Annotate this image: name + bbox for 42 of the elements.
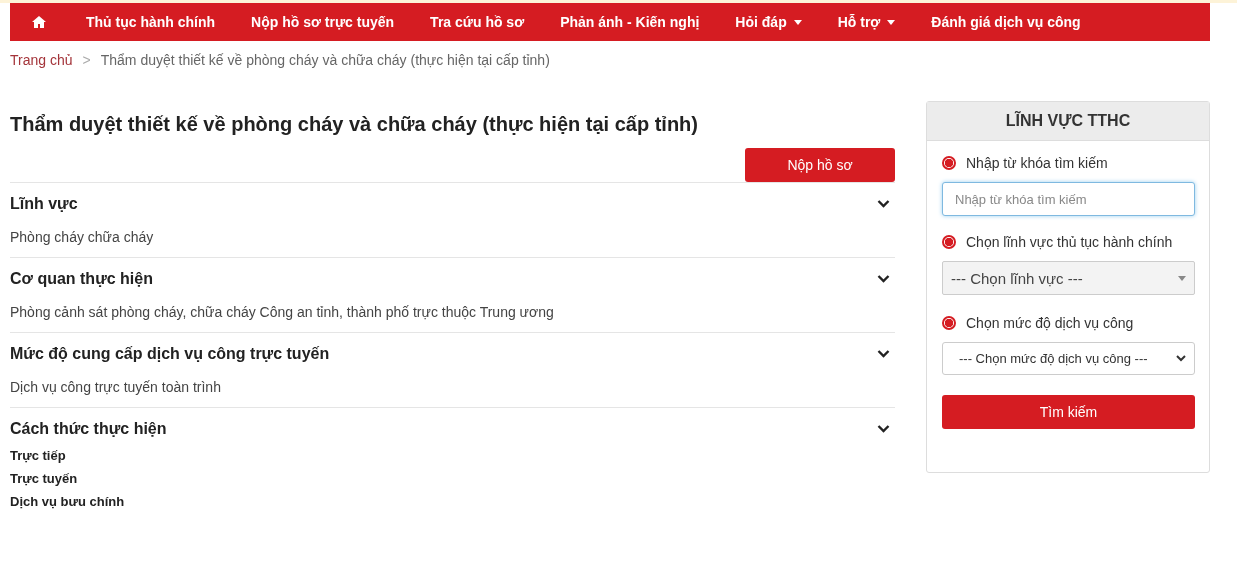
list-item: Trực tiếp xyxy=(10,448,67,463)
search-field[interactable]: Nhập từ khóa tìm kiếm xyxy=(942,182,1195,216)
caret-icon xyxy=(793,19,802,25)
section-text: Phòng cảnh sát phòng cháy, chữa cháy Công an tỉnh, thành phố trực thuộc Trung ương xyxy=(10,304,555,320)
radio-label: Chọn mức độ dịch vụ công xyxy=(966,315,1134,331)
search-button[interactable]: Tìm kiếm xyxy=(942,395,1195,429)
section-heading: Cơ quan thực hiện xyxy=(10,270,153,288)
radio-button[interactable] xyxy=(942,235,956,249)
nav-item[interactable]: Phản ánh - Kiến nghị xyxy=(542,14,718,30)
radio-label: Chọn lĩnh vực thủ tục hành chính xyxy=(966,234,1173,250)
nav-item[interactable]: Thủ tục hành chính xyxy=(68,14,234,30)
nav-item[interactable]: Nộp hồ sơ trực tuyến xyxy=(233,14,413,30)
breadcrumb-separator: > xyxy=(82,52,91,70)
section-text: Dịch vụ công trực tuyến toàn trình xyxy=(10,379,222,395)
chevron-down-icon xyxy=(1176,355,1186,362)
breadcrumb-home-link[interactable]: Trang chủ xyxy=(10,52,73,71)
chevron-down-icon[interactable] xyxy=(877,275,890,283)
submit-button[interactable]: Nộp hồ sơ xyxy=(745,148,895,182)
chevron-down-icon[interactable] xyxy=(877,350,890,358)
chevron-down-icon[interactable] xyxy=(877,425,890,433)
section-heading: Lĩnh vực xyxy=(10,195,78,213)
caret-icon xyxy=(1178,275,1186,281)
radio-label: Nhập từ khóa tìm kiếm xyxy=(966,155,1108,171)
nav-item[interactable]: Hỗ trợ xyxy=(819,14,914,30)
chevron-down-icon[interactable] xyxy=(877,200,890,208)
section-heading: Cách thức thực hiện xyxy=(10,420,167,438)
radio-button[interactable] xyxy=(942,156,956,170)
nav-item[interactable]: Tra cứu hồ sơ xyxy=(412,14,543,30)
list-item: Trực tuyến xyxy=(10,471,79,486)
breadcrumb-current: Thẩm duyệt thiết kế về phòng cháy và chữa cháy (thực hiện tại cấp tỉnh) xyxy=(100,52,550,70)
caret-icon xyxy=(887,19,896,25)
home-icon[interactable] xyxy=(32,16,46,28)
panel-title: LĨNH VỰC TTHC xyxy=(927,102,1209,141)
section-heading: Mức độ cung cấp dịch vụ công trực tuyến xyxy=(10,345,330,363)
dropdown-field[interactable]: --- Chọn lĩnh vực --- xyxy=(942,261,1195,295)
list-item: Dịch vụ bưu chính xyxy=(10,494,126,509)
dropdown-field[interactable]: --- Chọn mức độ dịch vụ công --- xyxy=(942,342,1195,375)
page-title: Thẩm duyệt thiết kế về phòng cháy và chữa cháy (thực hiện tại cấp tỉnh) xyxy=(10,113,699,136)
radio-button[interactable] xyxy=(942,316,956,330)
nav-item[interactable]: Đánh giá dịch vụ công xyxy=(913,14,1099,30)
nav-item[interactable]: Hỏi đáp xyxy=(717,14,820,30)
section-text: Phòng cháy chữa cháy xyxy=(10,229,155,245)
